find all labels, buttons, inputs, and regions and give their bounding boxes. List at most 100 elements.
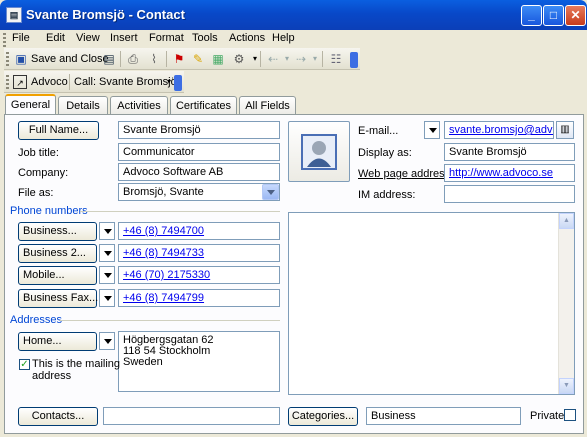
phone-type-button[interactable]: Mobile... [18,266,97,285]
flag-icon[interactable]: ⚑ [172,52,186,66]
address-line: Sweden [123,356,163,368]
tab-details[interactable]: Details [58,96,108,114]
full-name-field[interactable]: Svante Bromsjö [118,121,280,139]
tab-activities[interactable]: Activities [110,96,168,114]
grip-handle[interactable] [3,33,6,47]
advoco-button[interactable]: Advoco [31,76,68,88]
email-type-dropdown[interactable] [424,121,440,139]
contacts-field[interactable] [103,407,280,425]
maximize-button[interactable]: □ [543,5,564,26]
menu-actions[interactable]: Actions [229,32,265,44]
web-page-label: Web page address: [358,168,454,180]
grip-handle[interactable] [6,75,9,89]
previous-item-icon[interactable]: ⇠ [266,52,280,66]
company-label: Company: [18,167,69,179]
toolbar-separator [260,51,261,67]
private-checkbox[interactable] [564,409,576,421]
advoco-toolbar: ↗ Advoco Call: Svante Bromsjö ▾ [4,71,184,93]
phone-type-button[interactable]: Business Fax... [18,289,98,308]
full-name-button[interactable]: Full Name... [18,121,99,140]
contacts-button[interactable]: Contacts... [18,407,98,426]
contact-card-icon: ▤ [6,7,22,23]
web-page-field[interactable]: http://www.advoco.se [444,164,575,182]
job-title-field[interactable]: Communicator [118,143,280,161]
categories-field[interactable]: Business [366,407,521,425]
floppy-icon[interactable]: ▤ [102,52,116,66]
categories-button[interactable]: Categories... [288,407,358,426]
grip-handle[interactable] [6,52,9,66]
menu-view[interactable]: View [76,32,100,44]
toolbar-separator [69,74,70,90]
contact-picture-button[interactable] [288,121,350,182]
phone-type-dropdown[interactable] [99,222,115,240]
file-as-label: File as: [18,187,54,199]
scroll-up-button[interactable]: ▲ [559,213,574,229]
mailing-address-label: address [32,370,72,382]
window-title: Svante Bromsjö - Contact [26,7,185,22]
section-divider [60,320,280,321]
company-field[interactable]: Advoco Software AB [118,163,280,181]
scroll-down-button[interactable]: ▼ [559,378,574,394]
display-as-label: Display as: [358,147,412,159]
calendar-icon[interactable]: ▦ [211,52,225,66]
next-item-icon[interactable]: ⇢ [294,52,308,66]
phone-type-dropdown[interactable] [99,266,115,284]
paperclip-icon[interactable]: ⌇ [147,52,161,66]
menu-bar: File Edit View Insert Format Tools Actio… [0,30,587,49]
card-icon[interactable]: ✎ [191,52,205,66]
email-field[interactable]: svante.bromsjo@advoco [444,121,554,139]
address-type-button[interactable]: Home... [18,332,97,351]
file-as-field[interactable]: Bromsjö, Svante [118,183,280,201]
mailing-address-checkbox[interactable]: ✓ [19,359,30,370]
menu-file[interactable]: File [12,32,30,44]
tab-general[interactable]: General [5,94,56,115]
toolbar-separator [120,51,121,67]
address-type-dropdown[interactable] [99,332,115,350]
tab-all-fields[interactable]: All Fields [239,96,296,114]
menu-format[interactable]: Format [149,32,184,44]
menu-help[interactable]: Help [272,32,295,44]
tab-certificates[interactable]: Certificates [170,96,237,114]
mailing-address-label: This is the mailing [32,358,121,370]
address-book-icon[interactable]: ▥ [556,121,574,139]
notes-textarea[interactable]: ▲ ▼ [288,212,575,395]
address-field[interactable]: Högbergsgatan 62 118 54 Stockholm Sweden [118,331,280,392]
address-book-icon[interactable]: ☷ [329,52,343,66]
print-icon[interactable]: ⎙ [126,52,140,66]
save-and-close-button[interactable]: Save and Close [31,53,109,65]
private-label: Private [530,410,565,422]
job-title-label: Job title: [18,147,59,159]
email-label: E-mail... [358,125,399,137]
file-as-dropdown[interactable] [262,184,279,200]
phone-type-button[interactable]: Business 2... [18,244,97,263]
menu-edit[interactable]: Edit [46,32,65,44]
options-icon[interactable]: ⚙ [232,52,246,66]
minimize-button[interactable]: _ [521,5,542,26]
addresses-heading: Addresses [10,314,62,326]
menu-insert[interactable]: Insert [110,32,138,44]
standard-toolbar: ▣ Save and Close ▤ ⎙ ⌇ ⚑ ✎ ▦ ⚙ ▾ ⇠ ▾ ⇢ ▾… [4,48,360,70]
phone-type-dropdown[interactable] [99,289,115,307]
phone-business2-field[interactable]: +46 (8) 7494733 [118,244,280,262]
phone-business-field[interactable]: +46 (8) 7494700 [118,222,280,240]
display-as-field[interactable]: Svante Bromsjö [444,143,575,161]
save-icon: ▣ [15,52,27,66]
close-button[interactable]: ✕ [565,5,586,26]
contact-photo-placeholder-icon [301,134,337,170]
im-address-label: IM address: [358,189,416,201]
phone-type-dropdown[interactable] [99,244,115,262]
phone-numbers-heading: Phone numbers [10,205,88,217]
chevron-down-icon[interactable]: ▾ [280,52,294,66]
chevron-down-icon[interactable]: ▾ [308,52,322,66]
toolbar-options-button[interactable] [174,75,182,91]
notes-scrollbar[interactable]: ▲ ▼ [558,213,574,394]
advoco-icon: ↗ [13,75,27,89]
phone-type-button[interactable]: Business... [18,222,97,241]
phone-fax-field[interactable]: +46 (8) 7494799 [118,289,280,307]
menu-tools[interactable]: Tools [192,32,218,44]
toolbar-options-button[interactable] [350,52,358,68]
im-address-field[interactable] [444,185,575,203]
section-divider [80,211,280,212]
phone-mobile-field[interactable]: +46 (70) 2175330 [118,266,280,284]
toolbar-separator [322,51,323,67]
